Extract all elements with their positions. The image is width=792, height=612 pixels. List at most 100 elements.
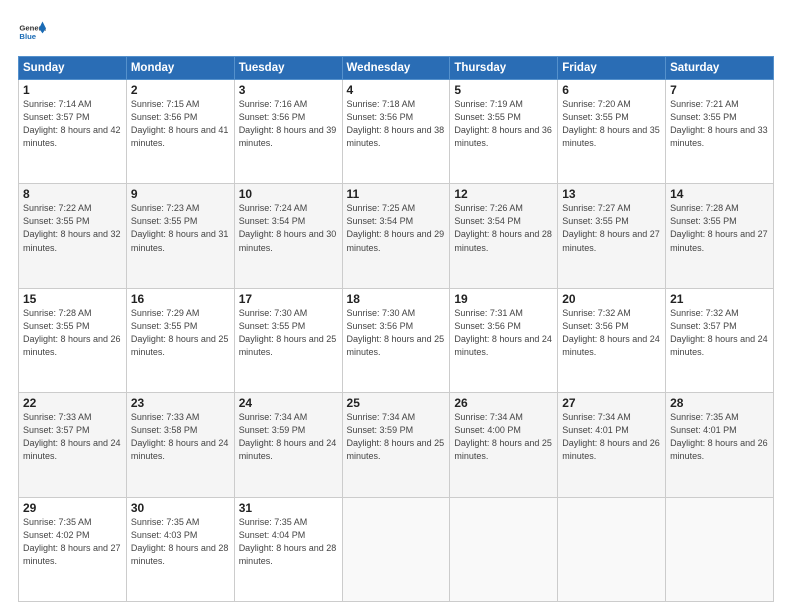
weekday-header-row: SundayMondayTuesdayWednesdayThursdayFrid… (19, 57, 774, 80)
day-info: Sunrise: 7:33 AMSunset: 3:57 PMDaylight:… (23, 412, 121, 461)
day-number: 28 (670, 396, 769, 410)
weekday-header-monday: Monday (126, 57, 234, 80)
svg-text:Blue: Blue (19, 32, 36, 41)
day-info: Sunrise: 7:20 AMSunset: 3:55 PMDaylight:… (562, 99, 660, 148)
day-number: 22 (23, 396, 122, 410)
day-info: Sunrise: 7:34 AMSunset: 3:59 PMDaylight:… (239, 412, 337, 461)
calendar-cell: 8 Sunrise: 7:22 AMSunset: 3:55 PMDayligh… (19, 184, 127, 288)
calendar-cell: 1 Sunrise: 7:14 AMSunset: 3:57 PMDayligh… (19, 80, 127, 184)
calendar-cell: 30 Sunrise: 7:35 AMSunset: 4:03 PMDaylig… (126, 497, 234, 601)
day-info: Sunrise: 7:35 AMSunset: 4:03 PMDaylight:… (131, 517, 229, 566)
day-number: 17 (239, 292, 338, 306)
day-number: 31 (239, 501, 338, 515)
day-number: 9 (131, 187, 230, 201)
day-info: Sunrise: 7:28 AMSunset: 3:55 PMDaylight:… (23, 308, 121, 357)
day-info: Sunrise: 7:32 AMSunset: 3:57 PMDaylight:… (670, 308, 768, 357)
calendar-cell: 10 Sunrise: 7:24 AMSunset: 3:54 PMDaylig… (234, 184, 342, 288)
calendar-cell: 24 Sunrise: 7:34 AMSunset: 3:59 PMDaylig… (234, 393, 342, 497)
day-number: 16 (131, 292, 230, 306)
page: General Blue SundayMondayTuesdayWednesda… (0, 0, 792, 612)
calendar-cell: 21 Sunrise: 7:32 AMSunset: 3:57 PMDaylig… (666, 288, 774, 392)
day-number: 2 (131, 83, 230, 97)
logo-icon: General Blue (18, 18, 46, 46)
day-info: Sunrise: 7:26 AMSunset: 3:54 PMDaylight:… (454, 203, 552, 252)
calendar-cell: 25 Sunrise: 7:34 AMSunset: 3:59 PMDaylig… (342, 393, 450, 497)
day-number: 15 (23, 292, 122, 306)
calendar-cell: 27 Sunrise: 7:34 AMSunset: 4:01 PMDaylig… (558, 393, 666, 497)
calendar-cell (666, 497, 774, 601)
day-number: 14 (670, 187, 769, 201)
calendar-cell (558, 497, 666, 601)
calendar-cell: 13 Sunrise: 7:27 AMSunset: 3:55 PMDaylig… (558, 184, 666, 288)
day-info: Sunrise: 7:25 AMSunset: 3:54 PMDaylight:… (347, 203, 445, 252)
day-number: 25 (347, 396, 446, 410)
calendar-cell: 6 Sunrise: 7:20 AMSunset: 3:55 PMDayligh… (558, 80, 666, 184)
day-number: 6 (562, 83, 661, 97)
day-number: 29 (23, 501, 122, 515)
calendar-cell (342, 497, 450, 601)
week-row-4: 22 Sunrise: 7:33 AMSunset: 3:57 PMDaylig… (19, 393, 774, 497)
calendar-cell: 12 Sunrise: 7:26 AMSunset: 3:54 PMDaylig… (450, 184, 558, 288)
day-number: 19 (454, 292, 553, 306)
calendar-cell: 14 Sunrise: 7:28 AMSunset: 3:55 PMDaylig… (666, 184, 774, 288)
header: General Blue (18, 18, 774, 46)
day-info: Sunrise: 7:34 AMSunset: 4:01 PMDaylight:… (562, 412, 660, 461)
calendar-cell: 2 Sunrise: 7:15 AMSunset: 3:56 PMDayligh… (126, 80, 234, 184)
day-number: 27 (562, 396, 661, 410)
day-info: Sunrise: 7:30 AMSunset: 3:55 PMDaylight:… (239, 308, 337, 357)
calendar-cell: 7 Sunrise: 7:21 AMSunset: 3:55 PMDayligh… (666, 80, 774, 184)
calendar-cell: 5 Sunrise: 7:19 AMSunset: 3:55 PMDayligh… (450, 80, 558, 184)
calendar-cell: 22 Sunrise: 7:33 AMSunset: 3:57 PMDaylig… (19, 393, 127, 497)
day-number: 1 (23, 83, 122, 97)
day-number: 3 (239, 83, 338, 97)
day-info: Sunrise: 7:29 AMSunset: 3:55 PMDaylight:… (131, 308, 229, 357)
day-info: Sunrise: 7:21 AMSunset: 3:55 PMDaylight:… (670, 99, 768, 148)
calendar-cell: 28 Sunrise: 7:35 AMSunset: 4:01 PMDaylig… (666, 393, 774, 497)
day-info: Sunrise: 7:34 AMSunset: 3:59 PMDaylight:… (347, 412, 445, 461)
logo: General Blue (18, 18, 52, 46)
day-info: Sunrise: 7:32 AMSunset: 3:56 PMDaylight:… (562, 308, 660, 357)
day-info: Sunrise: 7:18 AMSunset: 3:56 PMDaylight:… (347, 99, 445, 148)
weekday-header-sunday: Sunday (19, 57, 127, 80)
calendar-cell: 29 Sunrise: 7:35 AMSunset: 4:02 PMDaylig… (19, 497, 127, 601)
day-number: 24 (239, 396, 338, 410)
calendar-cell: 4 Sunrise: 7:18 AMSunset: 3:56 PMDayligh… (342, 80, 450, 184)
day-number: 18 (347, 292, 446, 306)
day-info: Sunrise: 7:35 AMSunset: 4:04 PMDaylight:… (239, 517, 337, 566)
calendar-cell: 3 Sunrise: 7:16 AMSunset: 3:56 PMDayligh… (234, 80, 342, 184)
calendar-cell: 31 Sunrise: 7:35 AMSunset: 4:04 PMDaylig… (234, 497, 342, 601)
calendar-cell: 17 Sunrise: 7:30 AMSunset: 3:55 PMDaylig… (234, 288, 342, 392)
day-number: 12 (454, 187, 553, 201)
week-row-3: 15 Sunrise: 7:28 AMSunset: 3:55 PMDaylig… (19, 288, 774, 392)
weekday-header-saturday: Saturday (666, 57, 774, 80)
calendar-cell: 16 Sunrise: 7:29 AMSunset: 3:55 PMDaylig… (126, 288, 234, 392)
week-row-2: 8 Sunrise: 7:22 AMSunset: 3:55 PMDayligh… (19, 184, 774, 288)
calendar-cell: 18 Sunrise: 7:30 AMSunset: 3:56 PMDaylig… (342, 288, 450, 392)
day-number: 26 (454, 396, 553, 410)
calendar-table: SundayMondayTuesdayWednesdayThursdayFrid… (18, 56, 774, 602)
day-info: Sunrise: 7:19 AMSunset: 3:55 PMDaylight:… (454, 99, 552, 148)
week-row-1: 1 Sunrise: 7:14 AMSunset: 3:57 PMDayligh… (19, 80, 774, 184)
day-number: 5 (454, 83, 553, 97)
calendar-cell: 19 Sunrise: 7:31 AMSunset: 3:56 PMDaylig… (450, 288, 558, 392)
day-info: Sunrise: 7:22 AMSunset: 3:55 PMDaylight:… (23, 203, 121, 252)
calendar-cell: 11 Sunrise: 7:25 AMSunset: 3:54 PMDaylig… (342, 184, 450, 288)
calendar-cell (450, 497, 558, 601)
day-number: 4 (347, 83, 446, 97)
day-number: 30 (131, 501, 230, 515)
day-info: Sunrise: 7:35 AMSunset: 4:01 PMDaylight:… (670, 412, 768, 461)
weekday-header-tuesday: Tuesday (234, 57, 342, 80)
day-info: Sunrise: 7:27 AMSunset: 3:55 PMDaylight:… (562, 203, 660, 252)
day-number: 21 (670, 292, 769, 306)
calendar-cell: 23 Sunrise: 7:33 AMSunset: 3:58 PMDaylig… (126, 393, 234, 497)
day-info: Sunrise: 7:28 AMSunset: 3:55 PMDaylight:… (670, 203, 768, 252)
calendar-cell: 20 Sunrise: 7:32 AMSunset: 3:56 PMDaylig… (558, 288, 666, 392)
day-number: 23 (131, 396, 230, 410)
calendar-cell: 9 Sunrise: 7:23 AMSunset: 3:55 PMDayligh… (126, 184, 234, 288)
day-number: 10 (239, 187, 338, 201)
calendar-cell: 15 Sunrise: 7:28 AMSunset: 3:55 PMDaylig… (19, 288, 127, 392)
day-info: Sunrise: 7:35 AMSunset: 4:02 PMDaylight:… (23, 517, 121, 566)
day-info: Sunrise: 7:23 AMSunset: 3:55 PMDaylight:… (131, 203, 229, 252)
weekday-header-friday: Friday (558, 57, 666, 80)
day-info: Sunrise: 7:14 AMSunset: 3:57 PMDaylight:… (23, 99, 121, 148)
